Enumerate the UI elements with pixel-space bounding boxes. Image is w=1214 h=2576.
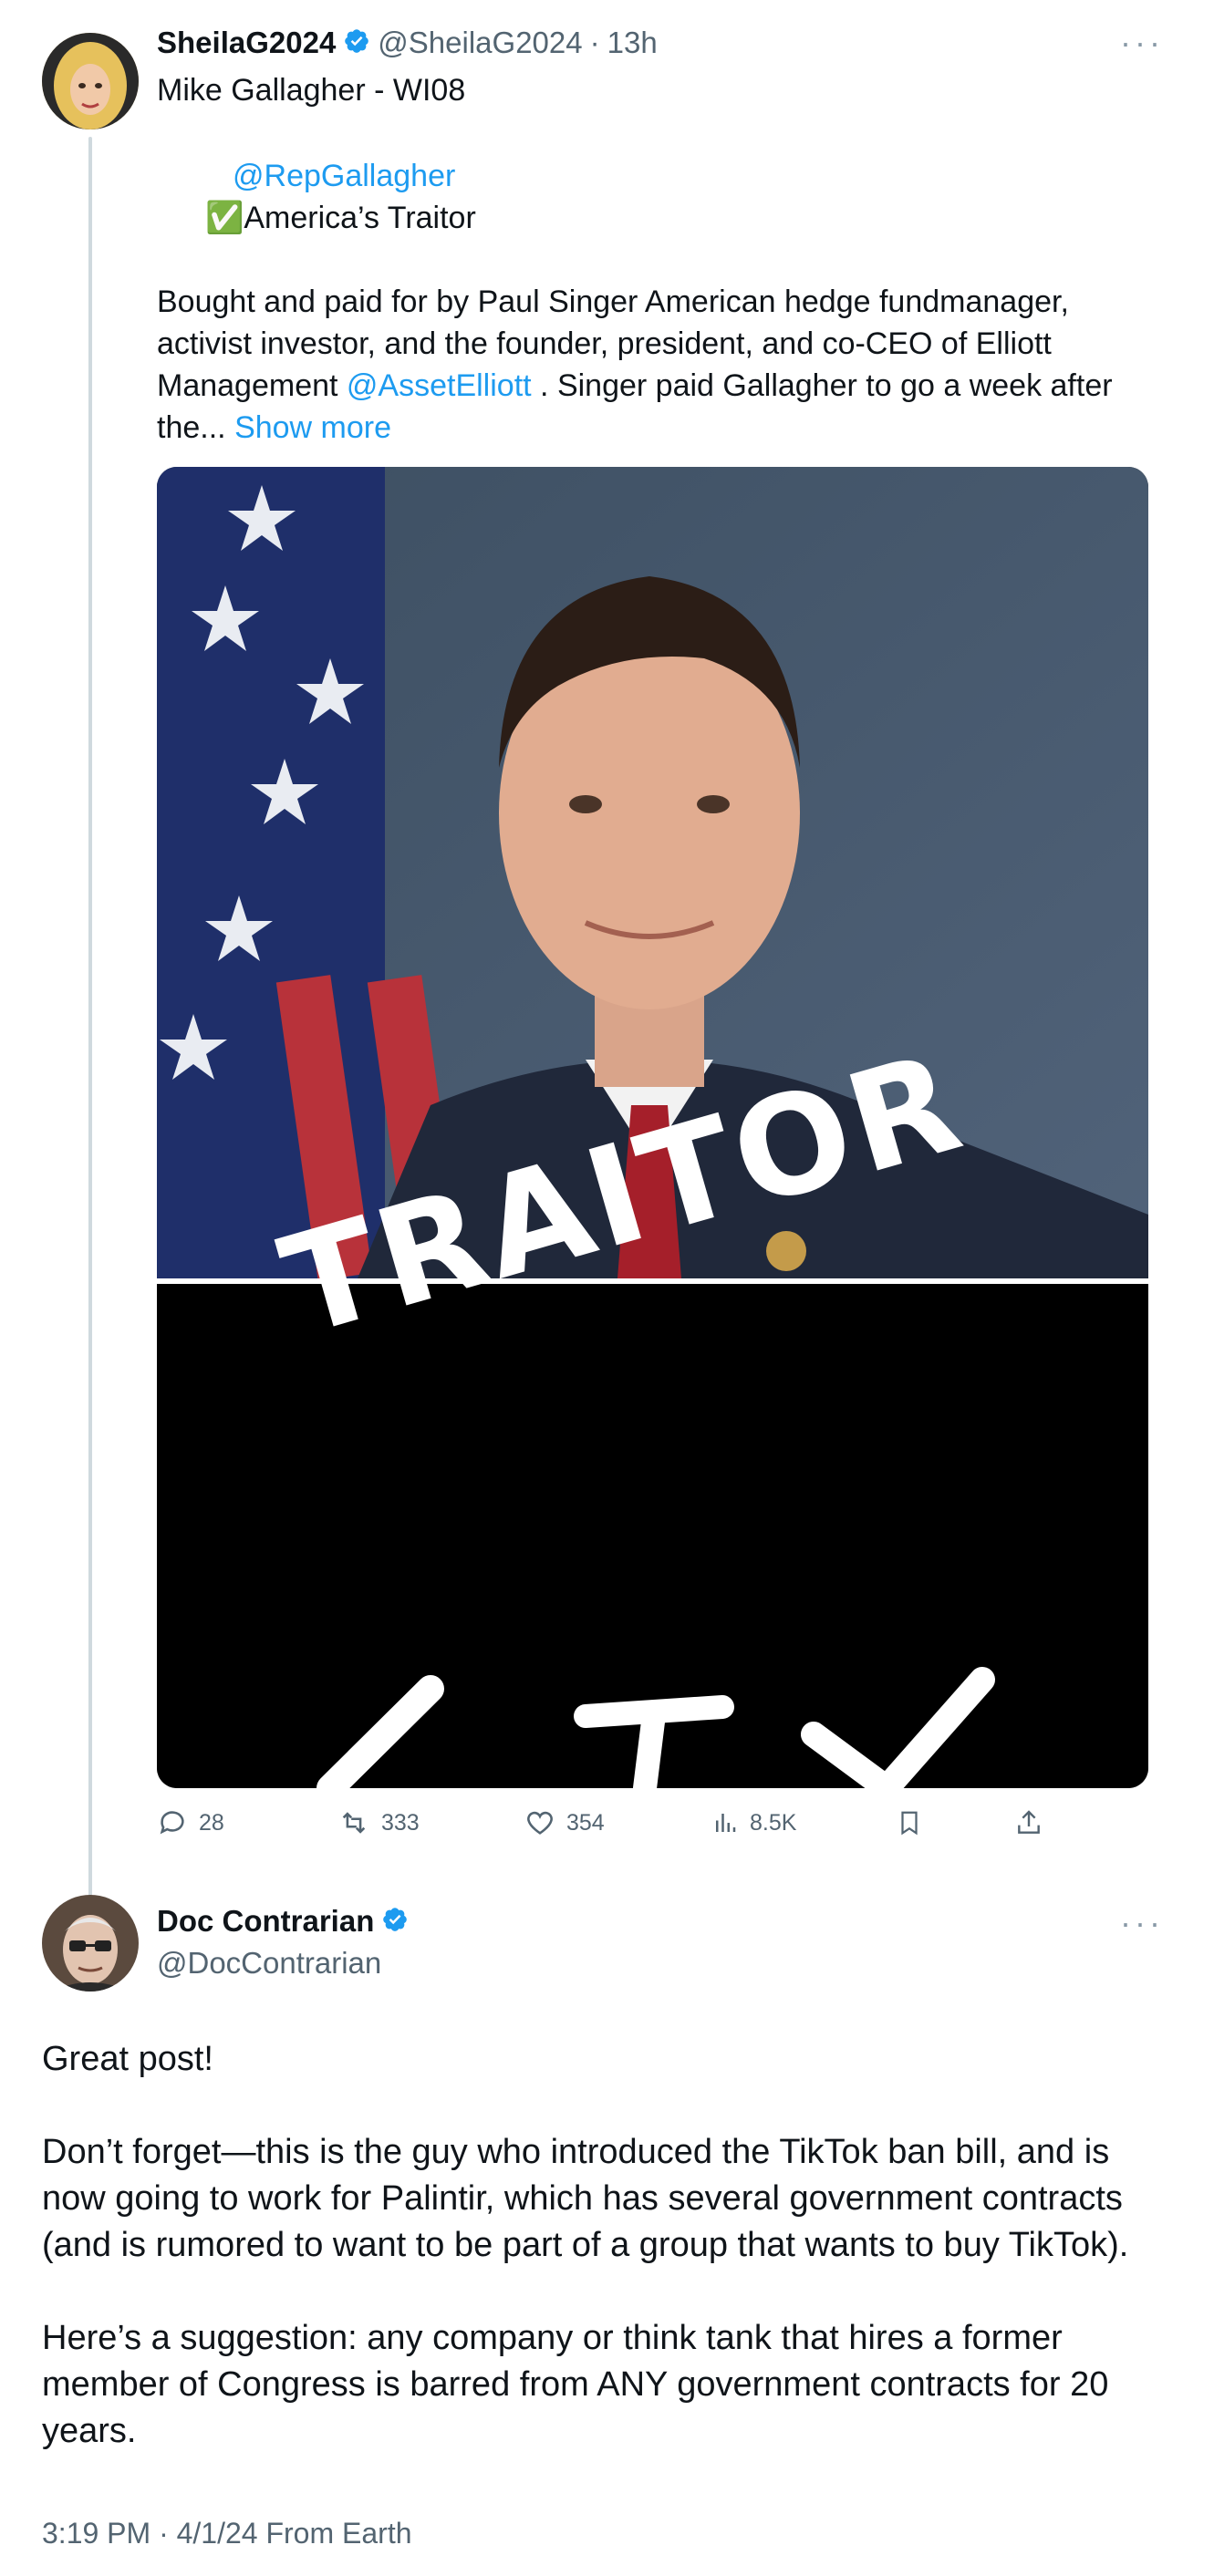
views-action[interactable]: 8.5K <box>711 1807 796 1838</box>
views-count: 8.5K <box>750 1809 797 1836</box>
heart-icon <box>524 1807 555 1838</box>
like-count: 354 <box>566 1809 605 1836</box>
reply-author-name[interactable]: Doc Contrarian <box>157 1904 374 1939</box>
avatar[interactable] <box>42 33 139 129</box>
reply-action[interactable]: 28 <box>157 1807 224 1838</box>
bookmark-action[interactable] <box>896 1807 923 1838</box>
verified-badge-icon <box>343 27 370 59</box>
reply-icon <box>157 1807 188 1838</box>
repost-action[interactable]: 333 <box>337 1807 420 1838</box>
author-handle[interactable]: @SheilaG2024 <box>378 26 582 60</box>
show-more-link[interactable]: Show more <box>234 410 391 445</box>
share-icon <box>1014 1807 1043 1838</box>
more-options-icon[interactable]: ··· <box>1120 24 1164 62</box>
reply-paragraph: Don’t forget—this is the guy who introdu… <box>42 2133 1129 2264</box>
thread-line <box>88 137 92 1897</box>
image-bottom-scribble <box>316 1667 995 1788</box>
avatar[interactable] <box>42 1895 139 1991</box>
reply-count: 28 <box>199 1809 224 1836</box>
repost-count: 333 <box>381 1809 420 1836</box>
analytics-icon <box>711 1807 739 1838</box>
reply-author-handle[interactable]: @DocContrarian <box>157 1946 381 1981</box>
check-emoji: ✅ <box>205 201 244 235</box>
traitor-label: America’s Traitor <box>244 201 476 235</box>
asset-elliott-link[interactable]: @AssetElliott <box>347 368 532 403</box>
more-options-icon[interactable]: ··· <box>1120 1904 1164 1942</box>
share-action[interactable] <box>1014 1807 1043 1838</box>
separator: · <box>589 26 600 59</box>
post-image[interactable]: TRAITOR <box>157 467 1148 1788</box>
repost-icon <box>337 1807 370 1838</box>
reply-paragraph: Great post! <box>42 2040 213 2078</box>
post-time[interactable]: 13h <box>607 26 658 60</box>
mention-link[interactable]: @RepGallagher <box>233 155 455 197</box>
post-paragraph: Bought and paid for by Paul Singer Ameri… <box>157 281 1124 449</box>
bookmark-icon <box>896 1807 923 1838</box>
reply-body: Great post! Don’t forget—this is the guy… <box>42 2036 1173 2501</box>
post-line1: Mike Gallagher - WI08 <box>157 73 466 108</box>
post-timestamp[interactable]: 3:19 PM · 4/1/24 From Earth <box>42 2517 412 2550</box>
like-action[interactable]: 354 <box>524 1807 605 1838</box>
author-name[interactable]: SheilaG2024 <box>157 26 336 60</box>
verified-badge-icon <box>381 1906 409 1938</box>
reply-paragraph: Here’s a suggestion: any company or thin… <box>42 2319 1109 2450</box>
